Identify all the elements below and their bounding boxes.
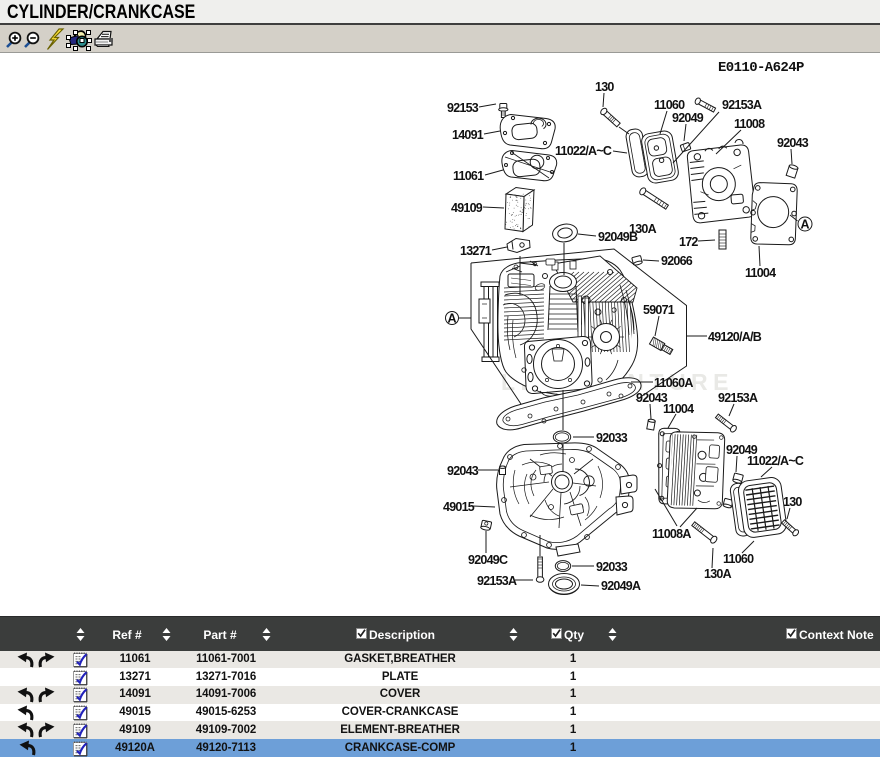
svg-text:13271: 13271 [460,244,492,258]
svg-text:11022/A~C: 11022/A~C [555,144,612,158]
svg-text:92033: 92033 [596,560,628,574]
svg-text:172: 172 [679,235,698,249]
svg-text:92153A: 92153A [718,391,758,405]
svg-text:A: A [447,312,456,326]
svg-text:92153: 92153 [447,101,479,115]
svg-text:130: 130 [595,80,614,94]
svg-text:49015: 49015 [443,500,475,514]
svg-text:92049: 92049 [672,111,704,125]
svg-text:11060: 11060 [723,552,754,566]
svg-text:130A: 130A [629,222,657,236]
svg-text:11060A: 11060A [654,376,693,390]
svg-text:130: 130 [783,495,802,509]
svg-text:11008: 11008 [734,117,765,131]
svg-text:11004: 11004 [663,402,694,416]
svg-text:11004: 11004 [745,266,776,280]
svg-text:59071: 59071 [643,303,675,317]
svg-text:92153A: 92153A [477,574,517,588]
svg-text:92049C: 92049C [468,553,508,567]
svg-text:11061: 11061 [453,169,484,183]
svg-text:130A: 130A [704,567,732,581]
svg-text:E0110-A624P: E0110-A624P [718,60,804,76]
svg-text:92153A: 92153A [722,98,762,112]
svg-text:11022/A~C: 11022/A~C [747,454,804,468]
svg-text:11008A: 11008A [652,527,691,541]
svg-text:14091: 14091 [452,128,484,142]
svg-text:49109: 49109 [451,201,483,215]
svg-text:11060: 11060 [654,98,685,112]
svg-text:92049A: 92049A [601,579,641,593]
svg-text:92043: 92043 [777,136,809,150]
svg-text:A: A [800,218,809,232]
svg-text:92066: 92066 [661,254,693,268]
svg-text:92033: 92033 [596,431,628,445]
svg-text:49120/A/B: 49120/A/B [708,330,762,344]
svg-text:92043: 92043 [447,464,479,478]
